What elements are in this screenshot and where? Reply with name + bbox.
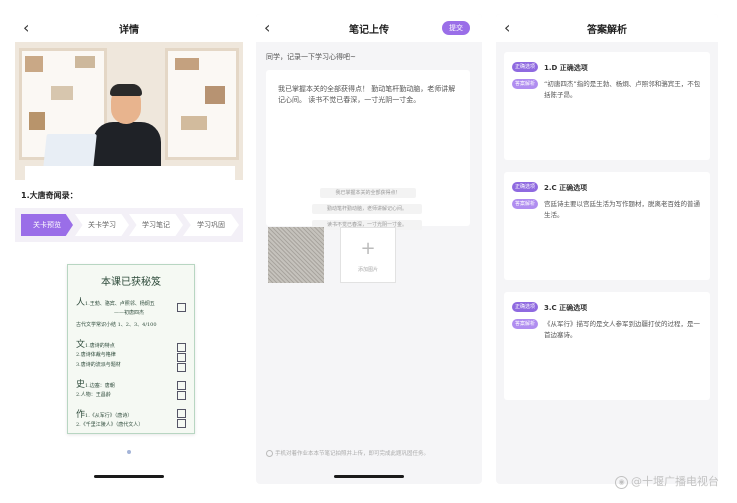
teacher-hair xyxy=(110,84,142,96)
suggestion-chip[interactable]: 勤动笔杆勤动脑，老师讲解记心间。 xyxy=(312,204,422,214)
detail-screen: ‹ 详情 1.大唐奇闻录： 关卡预览 关卡学习 学习笔记 学习巩固 本课已获秘笈… xyxy=(15,14,243,484)
add-image-button[interactable]: + 添加图片 xyxy=(340,227,396,283)
step-review[interactable]: 学习巩固 xyxy=(183,214,239,236)
doc-line: 史1.边塞：唐朝 xyxy=(76,380,115,390)
answer-card: 正确选项 1.D 正确选项 答案解析 “初唐四杰”指的是王勃、杨炯、卢照邻和骆宾… xyxy=(504,52,710,160)
upload-footnote: 手机对着作业本本节笔记拍照并上传，即可完成此题巩固任务。 xyxy=(266,450,472,458)
laptop xyxy=(43,134,97,168)
doc-line: 古代文学常识小结 1、2、3、4/100 xyxy=(76,322,157,328)
answer-text: 2.C 正确选项 xyxy=(544,184,588,192)
submit-button[interactable]: 提交 xyxy=(442,21,470,35)
checkbox[interactable] xyxy=(177,363,186,372)
note-textarea[interactable]: 我已掌握本关的全部获得点！ 勤动笔杆勤动脑，老师讲解记心间。 读书不觉已春深，一… xyxy=(266,70,470,230)
note-prompt: 同学，记录一下学习心得吧~ xyxy=(266,53,356,61)
doc-title: 本课已获秘笈 xyxy=(101,277,161,288)
suggestion-chip[interactable]: 我已掌握本关的全部获得点！ xyxy=(320,188,416,198)
home-indicator xyxy=(334,475,404,478)
note-upload-screen: ‹ 笔记上传 提交 同学，记录一下学习心得吧~ 我已掌握本关的全部获得点！ 勤动… xyxy=(256,14,482,484)
doc-line: 作1.《从军行》（唐诗） xyxy=(76,410,133,420)
home-indicator xyxy=(94,475,164,478)
explain-tag: 答案解析 xyxy=(512,79,538,89)
step-preview[interactable]: 关卡预览 xyxy=(21,214,73,236)
answer-card: 正确选项 2.C 正确选项 答案解析 宫廷诗主要以宫廷生活为写作题材，脱离老百姓… xyxy=(504,172,710,280)
note-topbar: ‹ 笔记上传 提交 xyxy=(256,14,482,42)
shelf-book xyxy=(175,58,199,70)
doc-line: 2.唐诗体裁与格律 xyxy=(76,352,116,358)
broadcast-logo-icon: ◉ xyxy=(615,476,628,489)
explain-text: “初唐四杰”指的是王勃、杨炯、卢照邻和骆宾王，不包括陈子昂。 xyxy=(544,80,701,99)
lesson-video[interactable] xyxy=(15,42,243,180)
shelf-book xyxy=(25,56,43,72)
explain-text: 宫廷诗主要以宫廷生活为写作题材，脱离老百姓的普通生活。 xyxy=(544,200,700,219)
doc-line: 2.人物：王昌龄 xyxy=(76,392,111,398)
uploaded-photo[interactable] xyxy=(268,227,324,283)
checkbox[interactable] xyxy=(177,303,186,312)
doc-line: 3.唐诗的流派与题材 xyxy=(76,362,121,368)
doc-line: 2.《千里江陵人》（唐代文人） xyxy=(76,422,144,428)
watermark: ◉ @十堰广播电视台 xyxy=(615,473,719,489)
correct-tag: 正确选项 xyxy=(512,62,538,72)
step-bar: 关卡预览 关卡学习 学习笔记 学习巩固 xyxy=(15,208,243,242)
radio-icon[interactable] xyxy=(266,450,273,457)
checkbox[interactable] xyxy=(177,409,186,418)
answer-text: 1.D 正确选项 xyxy=(544,64,588,72)
doc-line: 人1.王勃、骆宾、卢照邻、杨炯五 xyxy=(76,298,155,308)
answer-text: 3.C 正确选项 xyxy=(544,304,588,312)
shelf-book xyxy=(75,56,95,68)
page-indicator-dot xyxy=(127,450,131,454)
explain-tag: 答案解析 xyxy=(512,199,538,209)
shelf-book xyxy=(29,112,45,130)
step-learn[interactable]: 关卡学习 xyxy=(75,214,129,236)
answer-card: 正确选项 3.C 正确选项 答案解析 《从军行》描写的是文人参军到边疆打仗的过程… xyxy=(504,292,710,400)
checkbox[interactable] xyxy=(177,353,186,362)
desk xyxy=(25,166,235,180)
explain-tag: 答案解析 xyxy=(512,319,538,329)
correct-tag: 正确选项 xyxy=(512,302,538,312)
step-notes[interactable]: 学习笔记 xyxy=(129,214,183,236)
answer-analysis-screen: ‹ 答案解析 正确选项 1.D 正确选项 答案解析 “初唐四杰”指的是王勃、杨炯… xyxy=(496,14,718,484)
detail-topbar: ‹ 详情 xyxy=(15,14,243,42)
checkbox[interactable] xyxy=(177,381,186,390)
plus-icon: + xyxy=(360,238,376,259)
checkbox[interactable] xyxy=(177,419,186,428)
shelf-book xyxy=(205,86,225,104)
add-image-label: 添加图片 xyxy=(357,267,378,273)
checkbox[interactable] xyxy=(177,343,186,352)
correct-tag: 正确选项 xyxy=(512,182,538,192)
checkbox[interactable] xyxy=(177,391,186,400)
doc-line: ——初唐四杰 xyxy=(114,310,145,316)
doc-line: 文1.唐诗的特点 xyxy=(76,340,115,350)
section-label: 1.大唐奇闻录： xyxy=(21,191,78,200)
shelf-book xyxy=(51,86,73,100)
explain-text: 《从军行》描写的是文人参军到边疆打仗的过程，是一首边塞诗。 xyxy=(544,320,700,339)
note-text: 我已掌握本关的全部获得点！ 勤动笔杆勤动脑，老师讲解记心间。 读书不觉已春深，一… xyxy=(278,85,456,104)
secret-notes-doc: 本课已获秘笈 人1.王勃、骆宾、卢照邻、杨炯五 ——初唐四杰 古代文学常识小结 … xyxy=(67,264,195,434)
answer-topbar: ‹ 答案解析 xyxy=(496,14,718,42)
shelf-book xyxy=(181,116,207,130)
teacher-body xyxy=(93,122,161,172)
page-title: 答案解析 xyxy=(587,25,627,36)
page-title: 详情 xyxy=(119,25,139,36)
